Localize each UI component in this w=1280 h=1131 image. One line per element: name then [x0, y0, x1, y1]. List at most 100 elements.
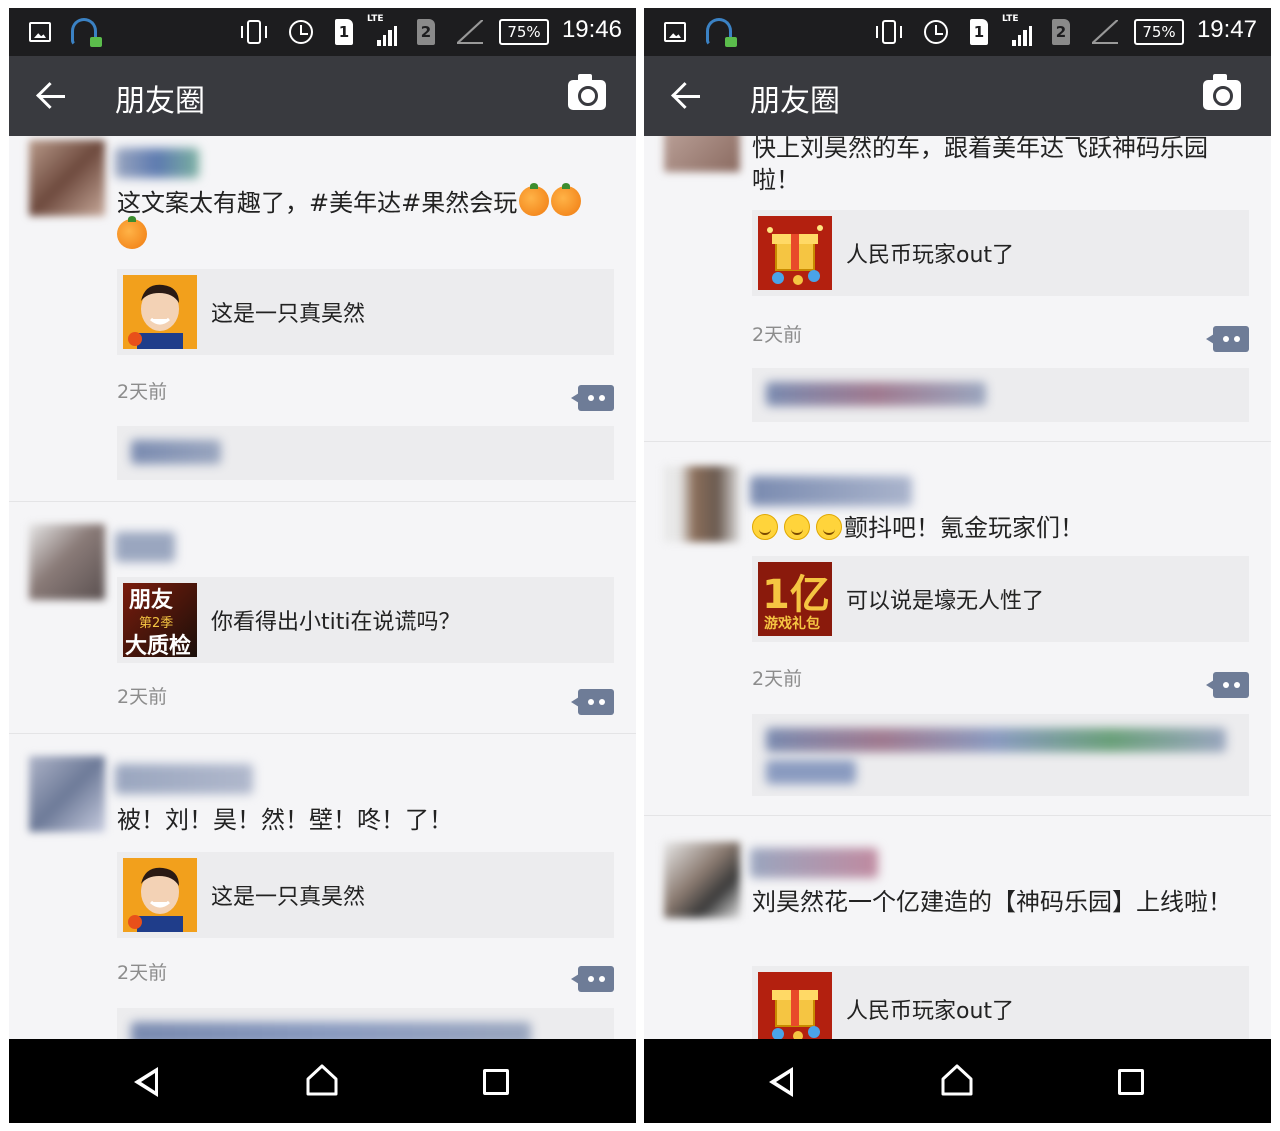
status-bar: 1 LTE 2 75% 19:46	[9, 8, 636, 56]
orange-emoji-icon	[551, 183, 582, 216]
network-type: LTE	[1002, 14, 1019, 24]
liked-by-names	[131, 440, 221, 464]
moment-post: 被！刘！昊！然！壁！咚！了！ 这是一只真昊然 2天前	[9, 734, 636, 1039]
lte-signal-icon: LTE	[365, 14, 397, 46]
orange-emoji-icon	[117, 216, 147, 249]
avatar[interactable]	[29, 524, 105, 600]
back-arrow-icon[interactable]	[37, 82, 67, 110]
moment-post: 这文案太有趣了，#美年达#果然会玩 这是一只真昊然 2天前	[9, 136, 636, 502]
link-thumbnail	[758, 216, 832, 290]
link-title: 你看得出小titi在说谎吗？	[211, 610, 461, 635]
liked-by-names	[131, 1022, 531, 1039]
link-thumbnail	[123, 858, 197, 932]
liked-by-names	[766, 382, 986, 406]
post-time: 2天前	[752, 324, 803, 346]
avatar[interactable]	[664, 466, 740, 542]
battery-indicator: 75%	[499, 19, 549, 45]
comment-icon[interactable]	[571, 689, 614, 715]
shared-link-card[interactable]: 这是一只真昊然	[117, 852, 614, 938]
back-arrow-icon[interactable]	[672, 82, 702, 110]
link-title: 人民币玩家out了	[846, 999, 1015, 1024]
nav-back-icon[interactable]	[134, 1067, 158, 1097]
nickname[interactable]	[115, 532, 175, 562]
phone-screen-right: 1 LTE 2 75% 19:47 朋友圈 快上刘昊然的车，跟着美年达飞跃神码乐…	[644, 8, 1271, 1123]
comment-icon[interactable]	[571, 385, 614, 411]
vibrate-icon	[241, 20, 267, 44]
shared-link-card[interactable]: 这是一只真昊然	[117, 269, 614, 355]
clock: 19:46	[561, 16, 622, 43]
post-text: 这文案太有趣了，#美年达#果然会玩	[117, 183, 620, 252]
post-text-content: 颤抖吧！氪金玩家们！	[844, 514, 1084, 542]
moment-post: 颤抖吧！氪金玩家们！ 1亿 游戏礼包 可以说是壕无人性了 2天前	[644, 442, 1271, 816]
nickname[interactable]	[115, 764, 253, 794]
sim2-icon: 2	[417, 19, 435, 45]
likes-comments-area	[752, 368, 1249, 422]
moments-feed[interactable]: 快上刘昊然的车，跟着美年达飞跃神码乐园啦！ 人民币玩家out了 2天前 颤抖吧！…	[644, 136, 1271, 1039]
liked-by-names	[766, 728, 1226, 752]
system-navigation-bar	[9, 1039, 636, 1123]
nickname[interactable]	[750, 848, 878, 878]
alarm-icon	[924, 20, 948, 44]
likes-comments-area	[117, 426, 614, 480]
nav-home-icon[interactable]	[305, 1063, 339, 1097]
comment-icon[interactable]	[571, 966, 614, 992]
gallery-icon	[29, 22, 51, 42]
shared-link-card[interactable]: 朋友 第2季 大质检 你看得出小titi在说谎吗？	[117, 577, 614, 663]
thumb-label: 朋友	[129, 588, 173, 613]
battery-indicator: 75%	[1134, 19, 1184, 45]
sim2-icon: 2	[1052, 19, 1070, 45]
network-type: LTE	[367, 14, 384, 24]
nav-recents-icon[interactable]	[1118, 1069, 1144, 1095]
shared-link-card[interactable]: 1亿 游戏礼包 可以说是壕无人性了	[752, 556, 1249, 642]
shared-link-card[interactable]: 人民币玩家out了	[752, 210, 1249, 296]
avatar[interactable]	[29, 140, 105, 216]
nickname[interactable]	[750, 476, 912, 506]
headset-notification-icon	[71, 18, 102, 47]
vibrate-icon	[876, 20, 902, 44]
app-bar: 朋友圈	[644, 56, 1271, 136]
nav-back-icon[interactable]	[769, 1067, 793, 1097]
status-bar: 1 LTE 2 75% 19:47	[644, 8, 1271, 56]
avatar[interactable]	[664, 136, 740, 172]
shared-link-card[interactable]: 人民币玩家out了	[752, 966, 1249, 1039]
link-thumbnail	[123, 275, 197, 349]
page-title: 朋友圈	[115, 84, 205, 119]
moment-post: 刘昊然花一个亿建造的【神码乐园】上线啦！ 人民币玩家out了	[644, 816, 1271, 1039]
likes-comments-area	[752, 714, 1249, 796]
thumb-label: 大质检	[125, 633, 191, 657]
moment-post: 朋友 第2季 大质检 你看得出小titi在说谎吗？ 2天前	[9, 502, 636, 734]
camera-icon[interactable]	[1203, 74, 1241, 110]
post-text: 颤抖吧！氪金玩家们！	[752, 512, 1255, 544]
post-time: 2天前	[117, 381, 168, 403]
alarm-icon	[289, 20, 313, 44]
gallery-icon	[664, 22, 686, 42]
link-title: 这是一只真昊然	[211, 885, 366, 910]
system-navigation-bar	[644, 1039, 1271, 1123]
link-title: 人民币玩家out了	[846, 243, 1015, 268]
link-thumbnail: 1亿 游戏礼包	[758, 562, 832, 636]
headset-notification-icon	[706, 18, 737, 47]
post-time: 2天前	[117, 686, 168, 708]
nav-recents-icon[interactable]	[483, 1069, 509, 1095]
moments-feed[interactable]: 这文案太有趣了，#美年达#果然会玩 这是一只真昊然 2天前 朋友第2季大质检	[9, 136, 636, 1039]
comment-icon[interactable]	[1206, 672, 1249, 698]
post-text: 快上刘昊然的车，跟着美年达飞跃神码乐园啦！	[752, 136, 1208, 194]
sim1-icon: 1	[970, 19, 988, 45]
link-thumbnail	[758, 972, 832, 1039]
smile-emoji-icon	[752, 514, 778, 540]
nickname[interactable]	[115, 148, 199, 178]
sim1-icon: 1	[335, 19, 353, 45]
liked-by-names	[766, 760, 856, 784]
nav-home-icon[interactable]	[940, 1063, 974, 1097]
link-title: 这是一只真昊然	[211, 302, 366, 327]
avatar[interactable]	[29, 756, 105, 832]
comment-icon[interactable]	[1206, 326, 1249, 352]
camera-icon[interactable]	[568, 74, 606, 110]
post-text: 刘昊然花一个亿建造的【神码乐园】上线啦！	[752, 888, 1232, 916]
no-signal-icon	[457, 20, 483, 44]
link-title: 可以说是壕无人性了	[846, 589, 1045, 614]
thumb-label: 游戏礼包	[764, 615, 820, 632]
post-time: 2天前	[117, 962, 168, 984]
avatar[interactable]	[664, 842, 740, 918]
post-text-content: 这文案太有趣了，#美年达#果然会玩	[117, 189, 518, 217]
